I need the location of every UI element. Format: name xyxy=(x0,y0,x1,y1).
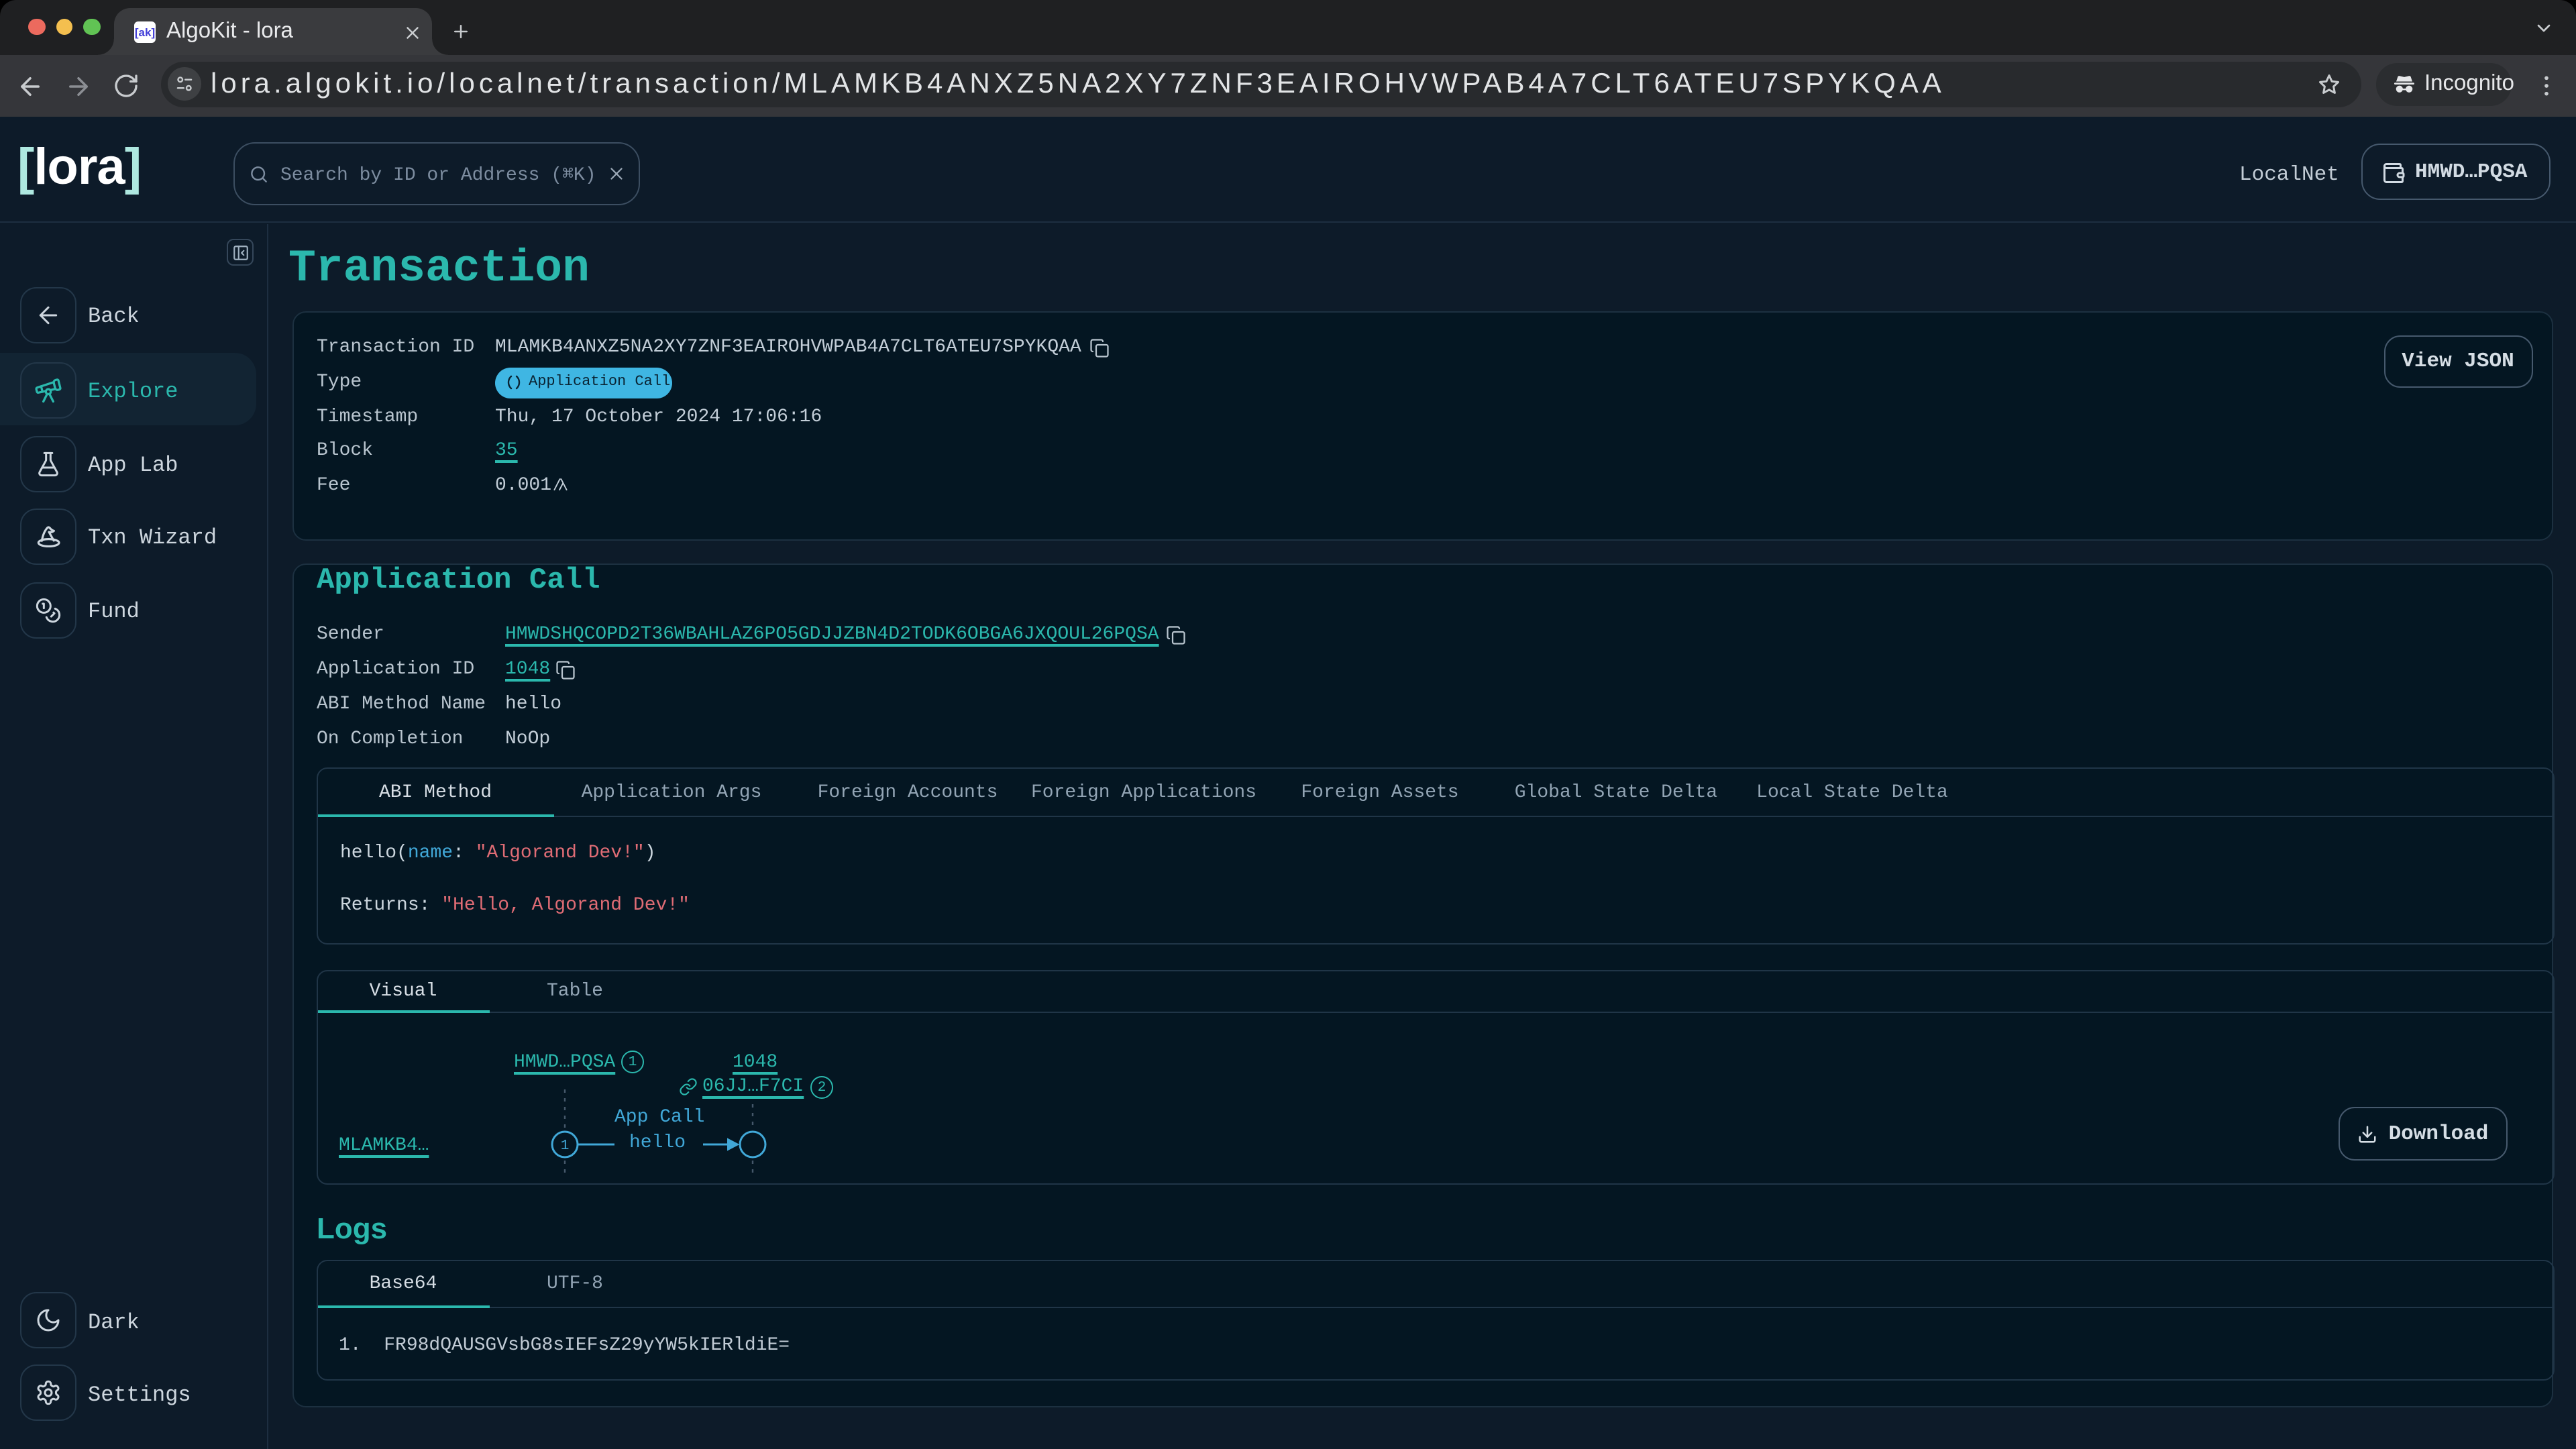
svg-text:1: 1 xyxy=(560,1138,569,1154)
